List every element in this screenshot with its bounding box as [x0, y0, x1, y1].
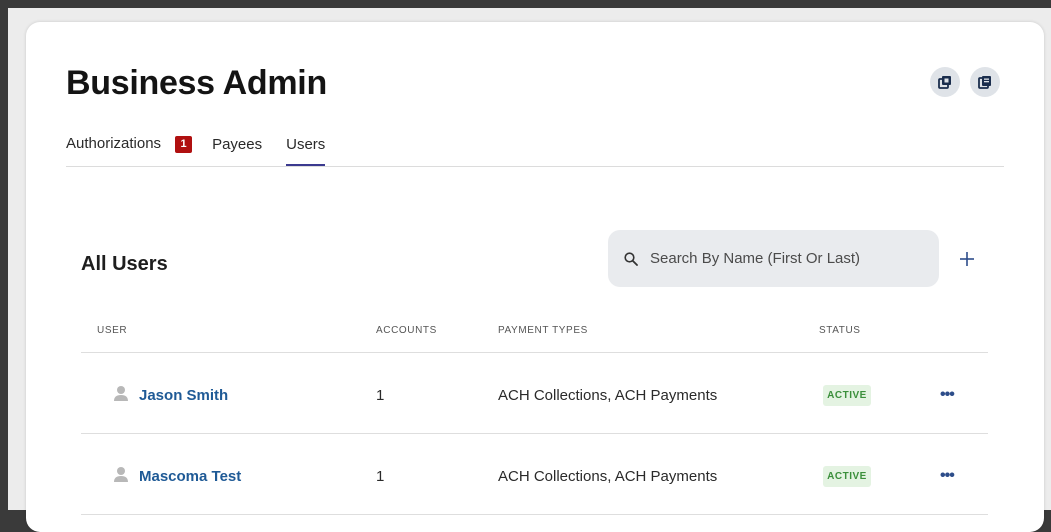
- payment-types: ACH Collections, ACH Payments: [498, 387, 718, 404]
- tab-payees[interactable]: Payees: [212, 136, 262, 167]
- user-name-link[interactable]: Jason Smith: [139, 387, 228, 404]
- tab-label: Payees: [212, 135, 263, 153]
- business-admin-card: Business Admin Authorizations 1 Payees U…: [26, 22, 1044, 532]
- header-actions: [930, 67, 1000, 97]
- user-name-link[interactable]: Mascoma Test: [139, 468, 241, 485]
- export-icon: [938, 76, 951, 89]
- copy-icon: [978, 76, 991, 89]
- more-options-button[interactable]: •••: [940, 386, 955, 404]
- plus-icon: [960, 252, 974, 266]
- page-title: Business Admin: [66, 64, 327, 102]
- copy-button[interactable]: [970, 67, 1000, 97]
- search-input[interactable]: [648, 249, 922, 268]
- table-divider: [81, 514, 988, 515]
- search-icon: [624, 251, 638, 266]
- column-header-accounts: ACCOUNTS: [376, 325, 437, 336]
- column-header-status: STATUS: [819, 325, 861, 336]
- tabs-divider: [66, 166, 1004, 167]
- payment-types: ACH Collections, ACH Payments: [498, 468, 718, 485]
- search-box[interactable]: [608, 230, 939, 287]
- tab-label: Users: [286, 135, 326, 153]
- table-row: Mascoma Test 1 ACH Collections, ACH Paym…: [81, 434, 988, 514]
- user-icon: [114, 386, 128, 401]
- accounts-count: 1: [376, 468, 385, 485]
- notification-badge: 1: [175, 136, 193, 153]
- section-title: All Users: [81, 253, 168, 275]
- status-badge: ACTIVE: [823, 385, 871, 406]
- export-button[interactable]: [930, 67, 960, 97]
- more-options-button[interactable]: •••: [940, 467, 955, 485]
- app-frame: Business Admin Authorizations 1 Payees U…: [8, 8, 1051, 532]
- tab-authorizations[interactable]: Authorizations 1: [66, 135, 193, 167]
- add-user-button[interactable]: [954, 246, 980, 272]
- table-row: Jason Smith 1 ACH Collections, ACH Payme…: [81, 353, 988, 433]
- status-badge: ACTIVE: [823, 466, 871, 487]
- column-header-user: USER: [97, 325, 128, 336]
- user-icon: [114, 467, 128, 482]
- column-header-payment-types: PAYMENT TYPES: [498, 325, 588, 336]
- tab-users[interactable]: Users: [286, 135, 326, 167]
- tab-label: Authorizations: [66, 135, 162, 152]
- tab-bar: Authorizations 1 Payees Users: [66, 135, 349, 167]
- accounts-count: 1: [376, 387, 385, 404]
